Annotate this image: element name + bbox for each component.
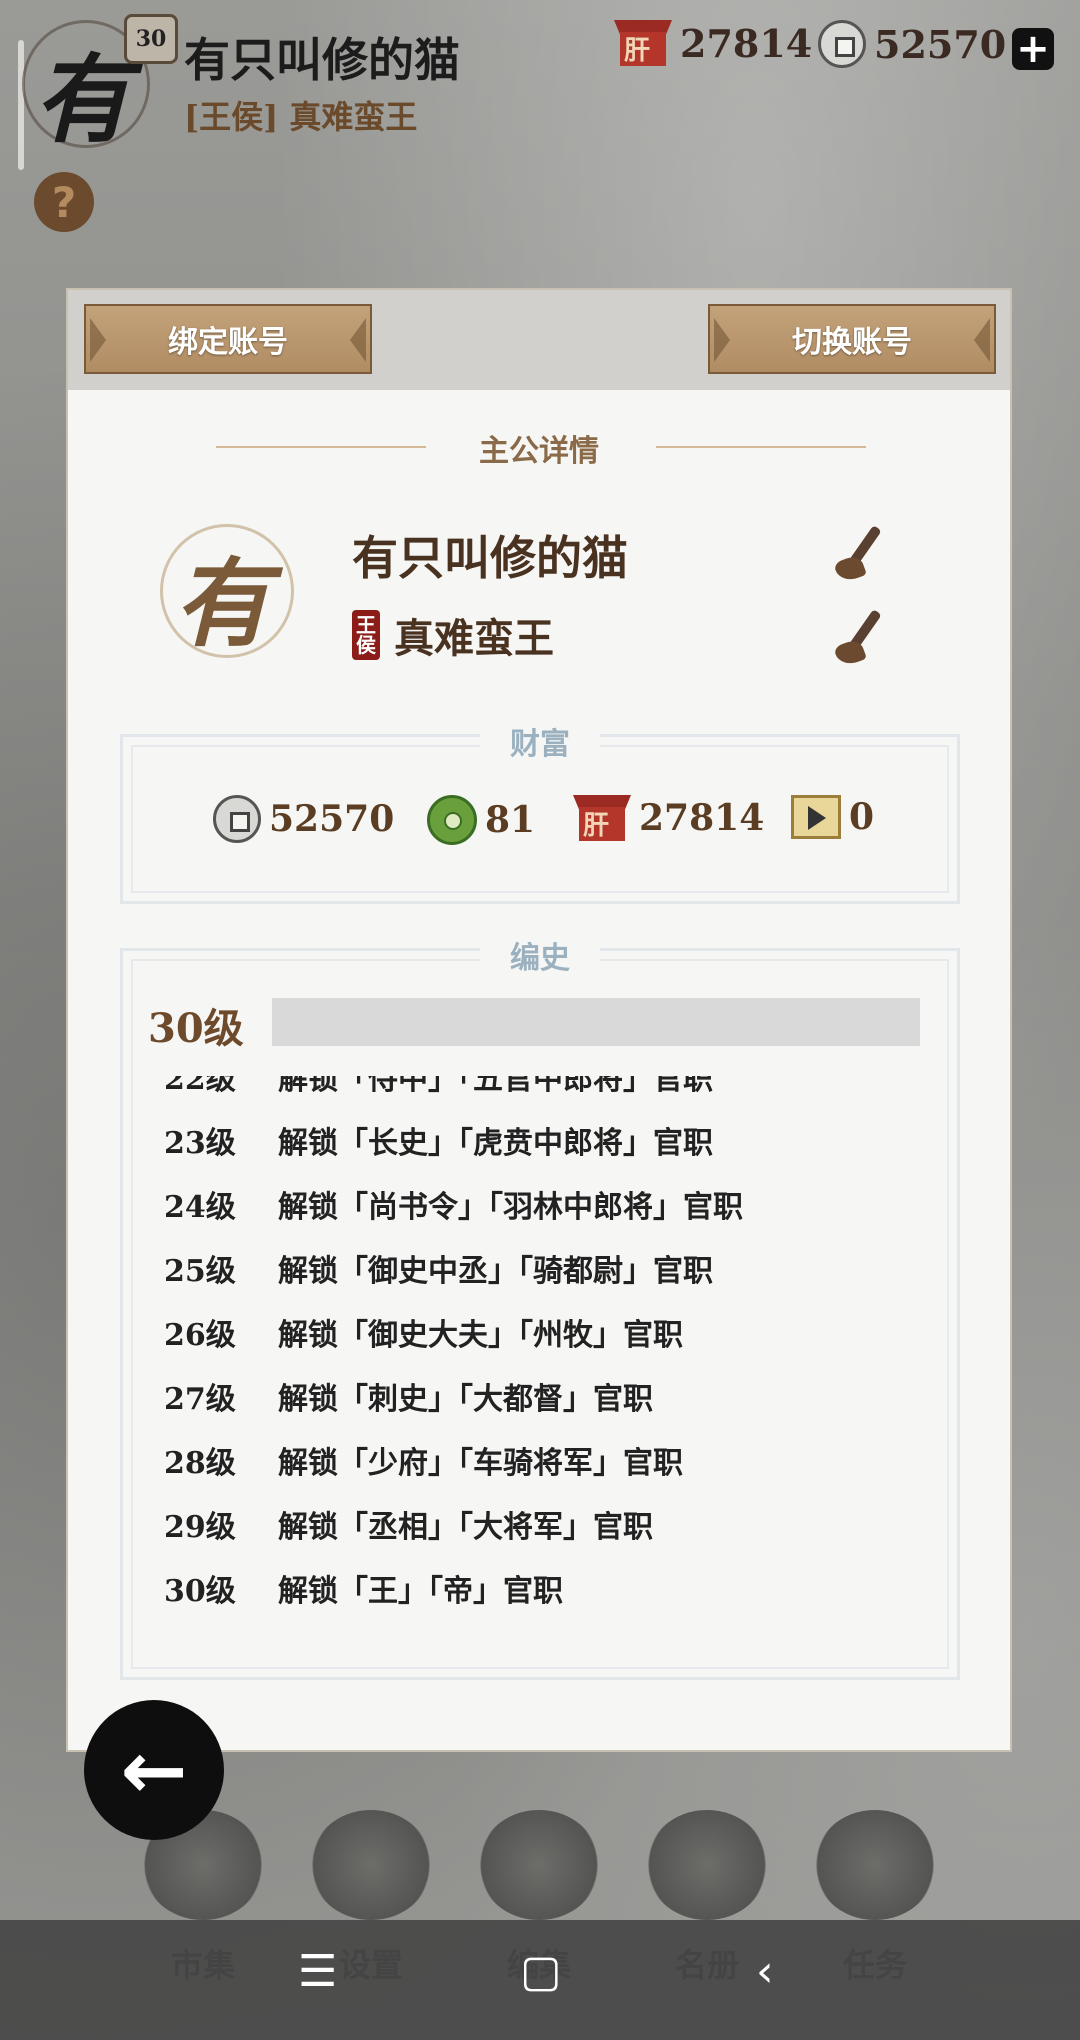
- wealth-tickets: 0: [791, 795, 874, 839]
- list-item: 24级 解锁「尚书令」「羽林中郎将」官职: [164, 1190, 743, 1225]
- wealth-coins: 52570: [213, 795, 394, 843]
- coin-resource: 52570: [818, 20, 1006, 68]
- menu-icon[interactable]: ☰: [298, 1946, 337, 1997]
- lord-avatar: 有: [152, 516, 302, 666]
- coin-icon: [213, 795, 261, 843]
- level-badge: 30: [124, 14, 178, 64]
- history-list[interactable]: 22级 解锁「侍中」「五官中郎将」官职 23级 解锁「长史」「虎贲中郎将」官职 24…: [164, 1076, 904, 1626]
- panel-header: 绑定账号 切换账号: [68, 290, 1010, 390]
- list-item: 25级 解锁「御史中丞」「骑都尉」官职: [164, 1254, 713, 1289]
- fort-value: 27814: [680, 20, 813, 66]
- section-title-lord: 主公详情: [68, 426, 1010, 470]
- lord-name: 有只叫修的猫: [352, 531, 628, 585]
- fort-icon: 肝: [573, 795, 631, 841]
- home-icon[interactable]: ▢: [520, 1946, 562, 1997]
- list-item: 29级 解锁「丞相」「大将军」官职: [164, 1510, 653, 1545]
- task-icon: [814, 1810, 936, 1920]
- list-item: 23级 解锁「长史」「虎贲中郎将」官职: [164, 1126, 713, 1161]
- help-button[interactable]: ?: [34, 172, 94, 232]
- list-item: 22级 解锁「侍中」「五官中郎将」官职: [164, 1076, 713, 1097]
- system-nav-bar: ☰ ▢ ‹: [0, 1920, 1080, 2040]
- roster-icon: [646, 1810, 768, 1920]
- avatar-glyph: 有: [34, 43, 130, 156]
- list-item: 28级 解锁「少府」「车骑将军」官职: [164, 1446, 683, 1481]
- wealth-fort: 肝 27814: [573, 795, 764, 841]
- history-current-level: 30级: [148, 1005, 244, 1052]
- wealth-label: 财富: [123, 719, 957, 763]
- rank-seal-icon: 王侯: [352, 610, 380, 660]
- coin-value: 52570: [874, 21, 1007, 67]
- ticket-icon: [791, 795, 841, 839]
- list-item: 26级 解锁「御史大夫」「州牧」官职: [164, 1318, 683, 1353]
- add-currency-button[interactable]: +: [1012, 28, 1054, 70]
- lord-title-row: 王侯 真难蛮王: [352, 606, 554, 664]
- settings-icon: [310, 1810, 432, 1920]
- edit-name-brush-icon[interactable]: [833, 524, 890, 585]
- fort-icon: 肝: [614, 20, 672, 66]
- lord-detail-panel: 绑定账号 切换账号 主公详情 有 有只叫修的猫 王侯 真难蛮王 财富 52570…: [66, 288, 1012, 1752]
- edit-title-brush-icon[interactable]: [833, 608, 890, 669]
- list-item: 30级 解锁「王」「帝」官职: [164, 1574, 563, 1609]
- history-progress-bar: [272, 998, 920, 1046]
- book-icon: [478, 1810, 600, 1920]
- bind-account-button[interactable]: 绑定账号: [84, 304, 372, 374]
- coin-icon: [818, 20, 866, 68]
- player-name: 有只叫修的猫: [184, 33, 460, 87]
- back-arrow-button[interactable]: ←: [84, 1700, 224, 1840]
- lord-title: 真难蛮王: [394, 615, 554, 662]
- wealth-jade: 81: [427, 795, 535, 845]
- history-label: 编史: [123, 933, 957, 977]
- jade-icon: [427, 795, 477, 845]
- player-avatar[interactable]: 有 30: [16, 14, 178, 156]
- switch-account-button[interactable]: 切换账号: [708, 304, 996, 374]
- player-title: [王侯] 真难蛮王: [184, 98, 418, 136]
- list-item: 27级 解锁「刺史」「大都督」官职: [164, 1382, 653, 1417]
- wealth-frame: 财富 52570 81 肝 27814 0: [120, 727, 960, 904]
- fort-resource: 肝 27814: [614, 20, 812, 66]
- back-icon[interactable]: ‹: [756, 1946, 774, 1997]
